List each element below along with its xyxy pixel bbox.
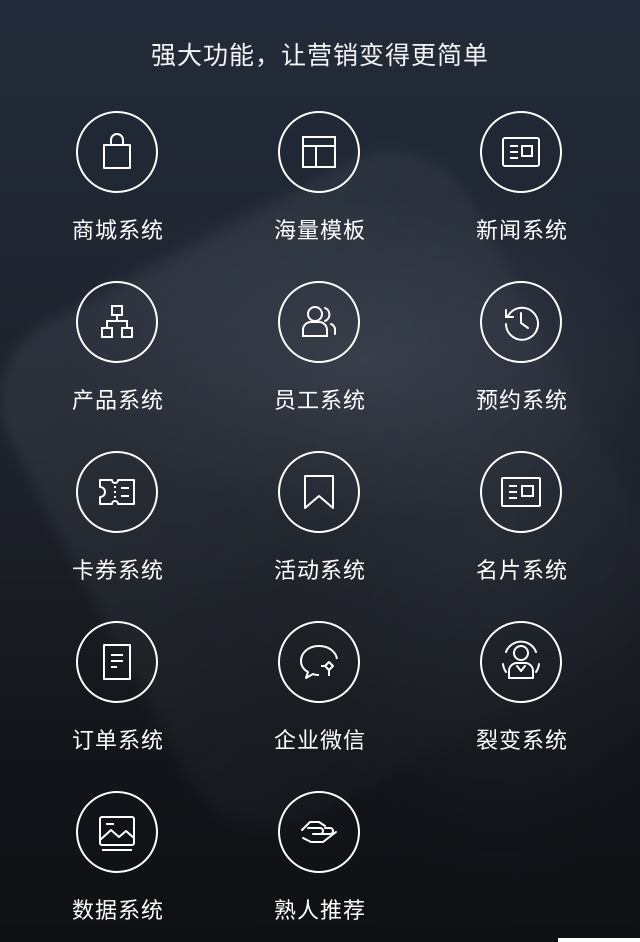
feature-label: 裂变系统	[475, 729, 568, 754]
feature-label: 订单系统	[71, 729, 164, 754]
feature-label: 预约系统	[475, 389, 568, 414]
feature-label: 企业微信	[273, 729, 366, 754]
feature-item-coupon[interactable]: 卡券系统	[19, 451, 219, 601]
order-document-icon	[76, 621, 158, 703]
wecom-chat-icon	[278, 621, 360, 703]
feature-label: 商城系统	[71, 219, 164, 244]
coupon-ticket-icon	[76, 451, 158, 533]
employee-group-icon	[278, 281, 360, 363]
feature-label: 数据系统	[71, 899, 164, 924]
feature-item-templates[interactable]: 海量模板	[221, 111, 421, 261]
feature-item-activity[interactable]: 活动系统	[221, 451, 421, 601]
feature-label: 卡券系统	[71, 559, 164, 584]
shopping-bag-icon	[76, 111, 158, 193]
feature-label: 新闻系统	[475, 219, 568, 244]
feature-label: 熟人推荐	[273, 899, 366, 924]
feature-label: 名片系统	[475, 559, 568, 584]
feature-label: 产品系统	[71, 389, 164, 414]
history-clock-icon	[480, 281, 562, 363]
feature-item-product[interactable]: 产品系统	[19, 281, 219, 431]
activity-bookmark-icon	[278, 451, 360, 533]
business-card-icon	[480, 451, 562, 533]
feature-item-employee[interactable]: 员工系统	[221, 281, 421, 431]
bottom-corner-bar	[558, 938, 640, 942]
feature-label: 活动系统	[273, 559, 366, 584]
data-picture-icon	[76, 791, 158, 873]
fission-user-icon	[480, 621, 562, 703]
feature-grid: 商城系统 海量模板 新闻系统 产品系统 员工系统 预约系统 卡券系统 活动系统 …	[0, 0, 640, 942]
feature-item-business-card[interactable]: 名片系统	[423, 451, 623, 601]
product-tree-icon	[76, 281, 158, 363]
feature-label: 员工系统	[273, 389, 366, 414]
feature-label: 海量模板	[273, 219, 366, 244]
feature-item-booking[interactable]: 预约系统	[423, 281, 623, 431]
feature-item-referral[interactable]: 熟人推荐	[221, 791, 421, 941]
feature-item-order[interactable]: 订单系统	[19, 621, 219, 771]
feature-item-fission[interactable]: 裂变系统	[423, 621, 623, 771]
template-layout-icon	[278, 111, 360, 193]
feature-item-wecom[interactable]: 企业微信	[221, 621, 421, 771]
feature-item-mall[interactable]: 商城系统	[19, 111, 219, 261]
feature-item-news[interactable]: 新闻系统	[423, 111, 623, 261]
news-card-icon	[480, 111, 562, 193]
feature-item-data[interactable]: 数据系统	[19, 791, 219, 941]
handshake-icon	[278, 791, 360, 873]
